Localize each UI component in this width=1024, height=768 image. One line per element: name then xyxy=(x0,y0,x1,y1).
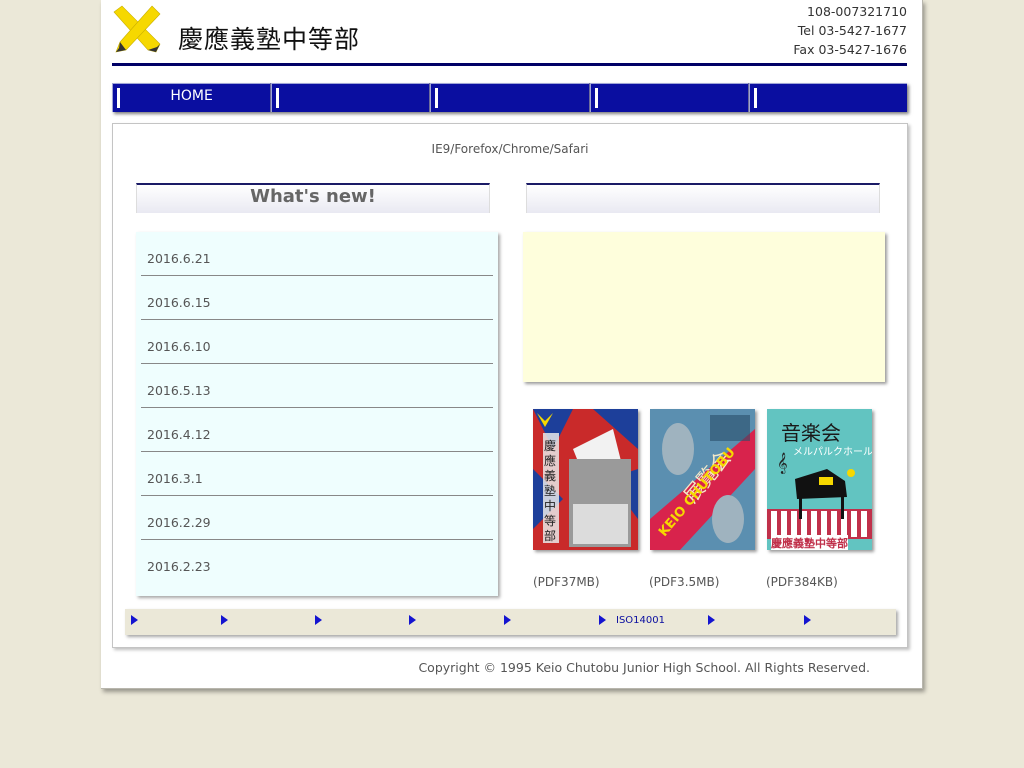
browser-compat-note: IE9/Forefox/Chrome/Safari xyxy=(431,142,589,156)
poster-concert-title: 音楽会 xyxy=(781,421,841,445)
arrow-right-icon xyxy=(315,615,322,625)
news-item[interactable]: 2016.6.21 xyxy=(141,232,493,276)
main-nav: HOME xyxy=(112,83,908,112)
nav-marker xyxy=(594,88,598,108)
news-date: 2016.6.10 xyxy=(147,339,211,354)
news-item[interactable]: 2016.4.12 xyxy=(141,408,493,452)
nav-item-4[interactable] xyxy=(589,83,748,112)
bottom-link[interactable] xyxy=(315,615,332,626)
news-date: 2016.5.13 xyxy=(147,383,211,398)
main-content: IE9/Forefox/Chrome/Safari What's new! 20… xyxy=(112,123,908,648)
nav-item-5[interactable] xyxy=(748,83,908,112)
bottom-link[interactable] xyxy=(804,615,821,626)
news-item[interactable]: 2016.3.1 xyxy=(141,452,493,496)
contact-postal: 108-007321710 xyxy=(807,4,907,19)
school-logo[interactable] xyxy=(112,4,162,54)
svg-text:𝄞: 𝄞 xyxy=(777,453,788,474)
copyright-text: Copyright © 1995 Keio Chutobu Junior Hig… xyxy=(418,660,870,675)
arrow-right-icon xyxy=(804,615,811,625)
poster-concert-venue: メルパルクホール xyxy=(793,447,872,458)
bottom-link-bar: ISO14001 xyxy=(125,609,896,635)
bottom-link[interactable] xyxy=(708,615,725,626)
arrow-right-icon xyxy=(599,615,606,625)
poster-concert-footer: 慶應義塾中等部 xyxy=(771,535,848,550)
poster-concert-caption[interactable]: (PDF384KB) xyxy=(766,575,838,589)
bottom-link[interactable] xyxy=(504,615,521,626)
nav-item-3[interactable] xyxy=(430,83,589,112)
news-item[interactable]: 2016.6.15 xyxy=(141,276,493,320)
bottom-link-iso[interactable]: ISO14001 xyxy=(599,615,665,626)
bottom-link-label: ISO14001 xyxy=(616,615,665,626)
nav-item-home[interactable]: HOME xyxy=(112,83,271,112)
contact-tel: Tel 03-5427-1677 xyxy=(797,23,907,38)
news-item[interactable]: 2016.2.23 xyxy=(141,540,493,584)
whats-new-title: What's new! xyxy=(250,186,376,207)
contact-info: 108-007321710 Tel 03-5427-1677 Fax 03-54… xyxy=(793,2,907,59)
bottom-link[interactable] xyxy=(131,615,148,626)
header-divider xyxy=(112,63,907,66)
whats-new-header: What's new! xyxy=(136,183,490,213)
news-date: 2016.2.29 xyxy=(147,515,211,530)
nav-item-label: HOME xyxy=(170,88,213,104)
nav-marker xyxy=(435,88,439,108)
arrow-right-icon xyxy=(131,615,138,625)
arrow-right-icon xyxy=(221,615,228,625)
news-date: 2016.6.15 xyxy=(147,295,211,310)
news-date: 2016.2.23 xyxy=(147,559,211,574)
arrow-right-icon xyxy=(409,615,416,625)
poster-school[interactable]: 慶應義塾中等部 xyxy=(533,409,638,550)
page-container: 慶應義塾中等部 108-007321710 Tel 03-5427-1677 F… xyxy=(101,0,923,689)
arrow-right-icon xyxy=(708,615,715,625)
bottom-link[interactable] xyxy=(409,615,426,626)
nav-item-2[interactable] xyxy=(271,83,430,112)
news-item[interactable]: 2016.5.13 xyxy=(141,364,493,408)
news-list: 2016.6.21 2016.6.15 2016.6.10 2016.5.13 … xyxy=(136,232,498,596)
contact-fax: Fax 03-5427-1676 xyxy=(793,42,907,57)
notice-panel xyxy=(523,232,885,382)
pen-cross-logo-icon xyxy=(113,5,161,53)
poster-concert[interactable]: 𝄞 音楽会 メルパルクホール 慶應義塾中等部 xyxy=(767,409,872,550)
news-date: 2016.4.12 xyxy=(147,427,211,442)
poster-school-text: 慶應義塾中等部 xyxy=(544,439,557,543)
right-section-header xyxy=(526,183,880,213)
news-date: 2016.6.21 xyxy=(147,251,211,266)
news-date: 2016.3.1 xyxy=(147,471,203,486)
news-item[interactable]: 2016.2.29 xyxy=(141,496,493,540)
poster-school-caption[interactable]: (PDF37MB) xyxy=(533,575,600,589)
bottom-link[interactable] xyxy=(221,615,238,626)
poster-exhibition[interactable]: 展覧会 KEIO CHUTOBU xyxy=(650,409,755,550)
poster-exhibition-caption[interactable]: (PDF3.5MB) xyxy=(649,575,719,589)
nav-marker xyxy=(276,88,280,108)
news-item[interactable]: 2016.6.10 xyxy=(141,320,493,364)
school-name: 慶應義塾中等部 xyxy=(178,25,361,54)
arrow-right-icon xyxy=(504,615,511,625)
nav-marker xyxy=(753,88,757,108)
